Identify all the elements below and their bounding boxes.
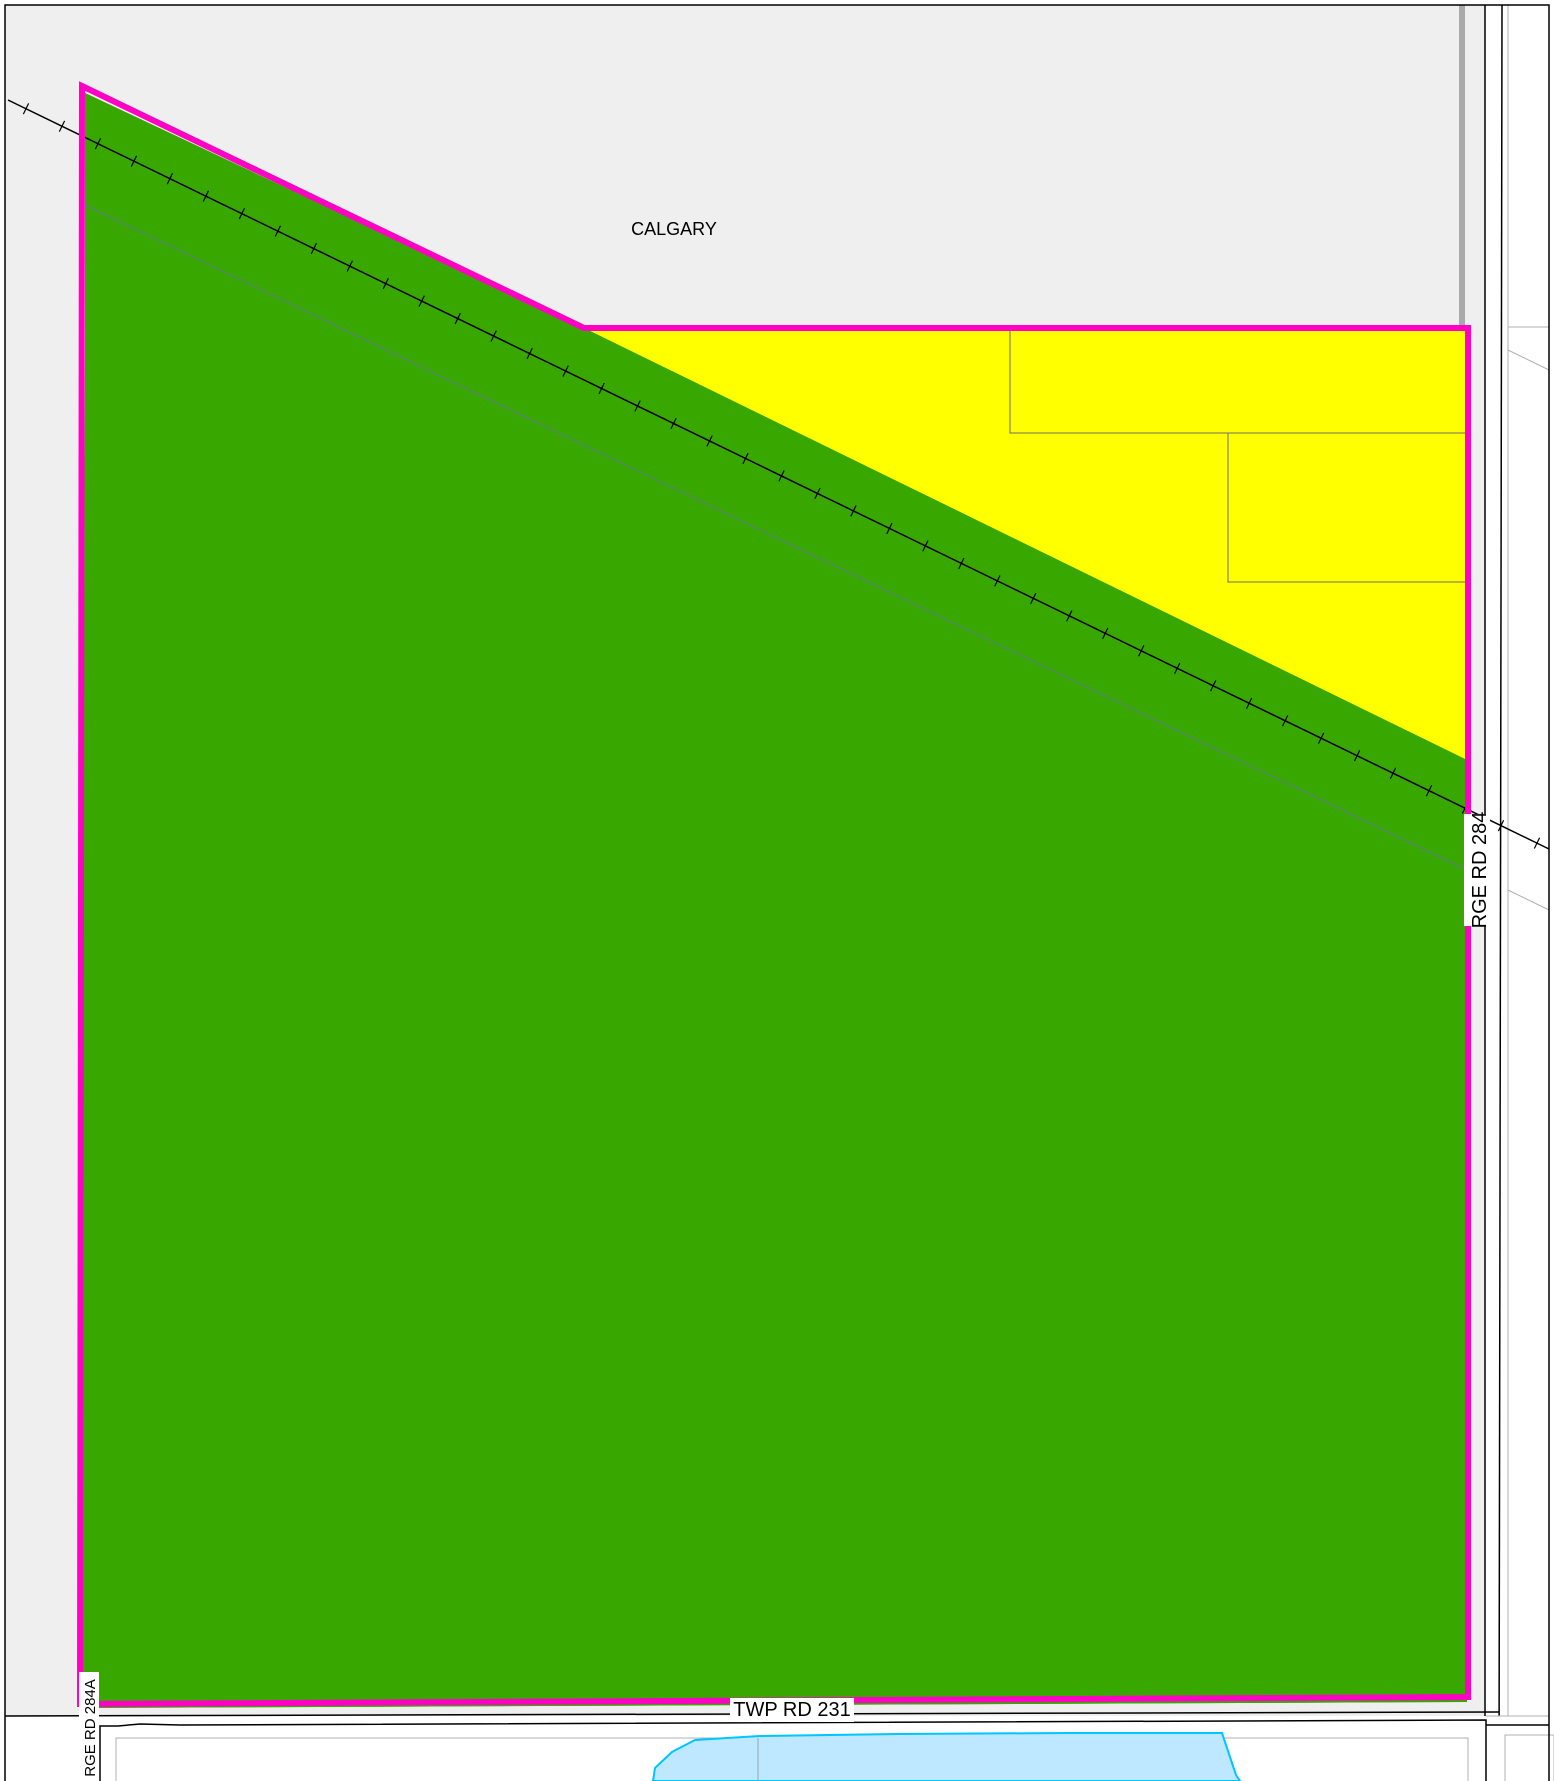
- road-label-rge-rd-284-text: RGE RD 284: [1469, 812, 1491, 929]
- road-label-rge-rd-284a-text: RGE RD 284A: [82, 1679, 99, 1777]
- road-label-twp-rd-231: TWP RD 231: [730, 1698, 854, 1722]
- road-label-rge-rd-284: RGE RD 284: [1464, 812, 1491, 929]
- grey-road-band: [1459, 5, 1465, 325]
- road-allowance-east: [1485, 5, 1549, 1716]
- lot-south-east: [1504, 1734, 1554, 1781]
- place-label-calgary: CALGARY: [631, 219, 717, 239]
- water-body: [651, 1732, 1242, 1781]
- road-label-twp-rd-231-text: TWP RD 231: [733, 1699, 850, 1721]
- land-use-map: CALGARY RGE RD 284 TWP RD 231 RGE RD 284…: [4, 4, 1554, 1781]
- road-label-rge-rd-284a: RGE RD 284A: [79, 1672, 99, 1781]
